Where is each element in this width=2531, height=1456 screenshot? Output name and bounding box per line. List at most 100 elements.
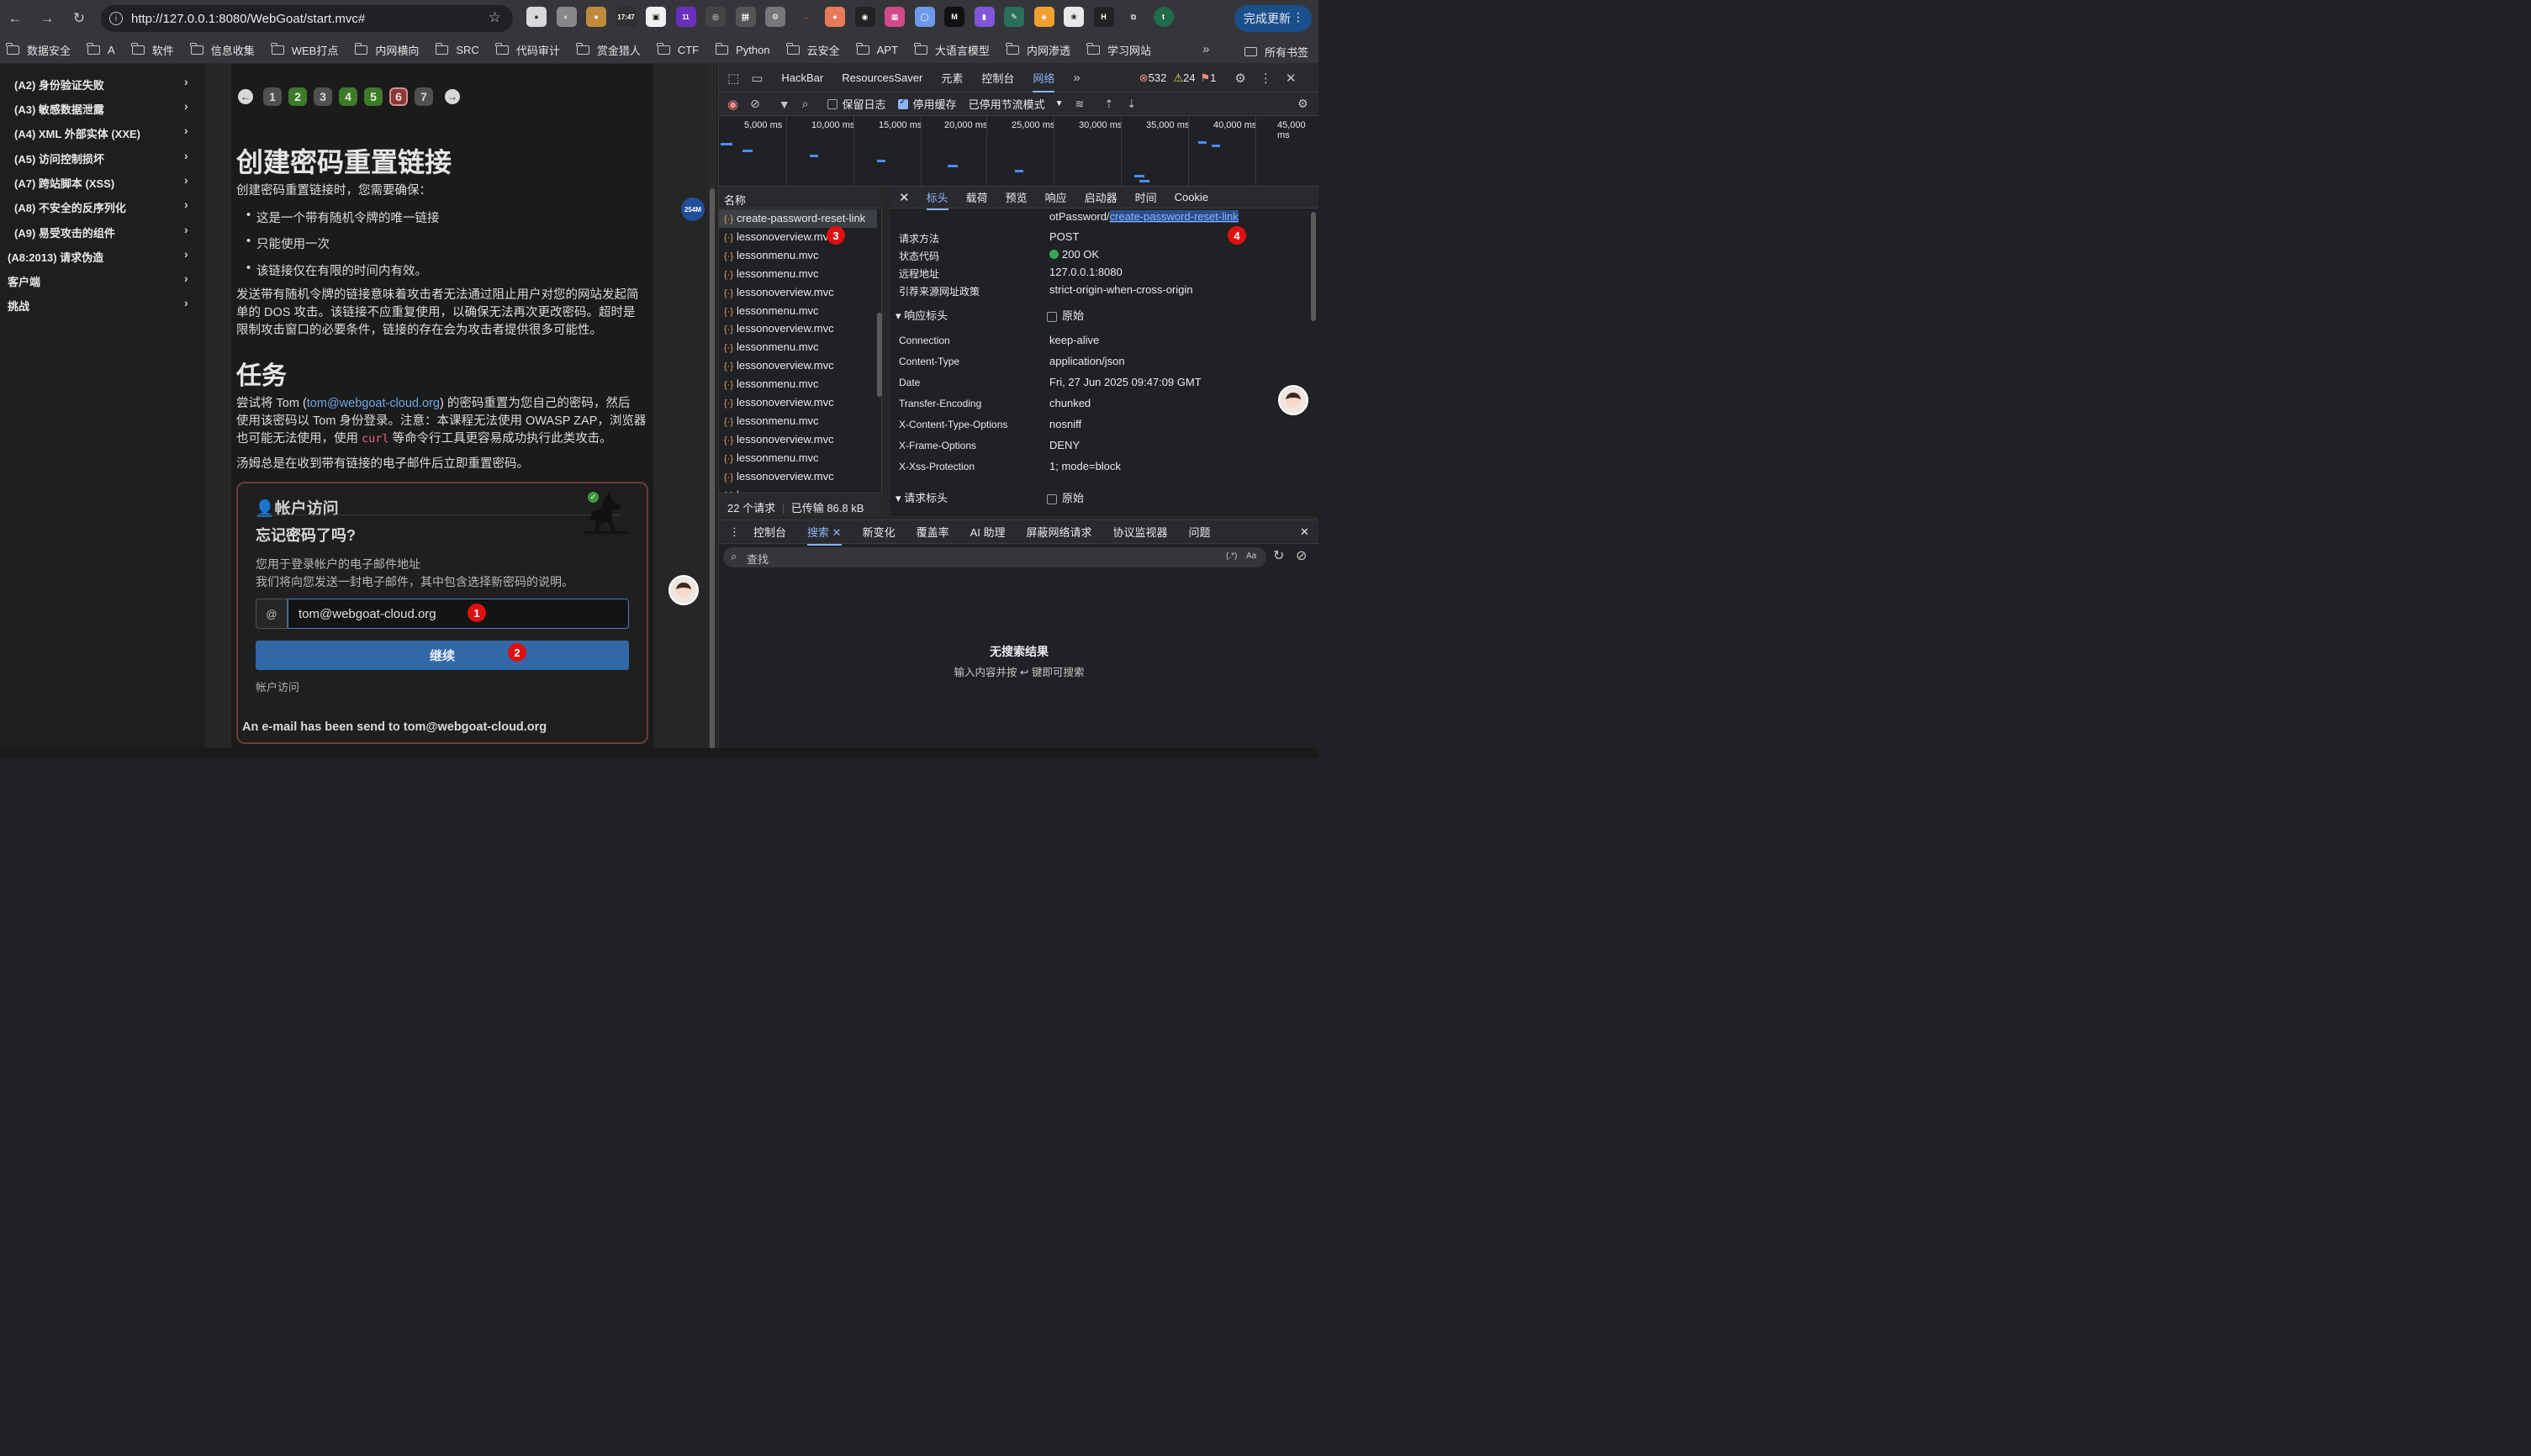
- name-column-header[interactable]: 名称: [719, 187, 882, 208]
- account-access-link[interactable]: 帐户访问: [256, 678, 299, 694]
- bookmark-folder[interactable]: 软件: [131, 42, 174, 58]
- assistant-avatar[interactable]: [1278, 385, 1308, 415]
- drawer-tab-search[interactable]: 搜索 ✕: [807, 524, 842, 546]
- drawer-tab-ai-assistant[interactable]: AI 助理: [970, 524, 1006, 540]
- bookmark-folder[interactable]: CTF: [657, 43, 699, 56]
- response-headers-section[interactable]: ▾ 响应标头 原始: [896, 307, 1084, 323]
- tab-hackbar[interactable]: HackBar: [781, 71, 823, 84]
- extension-icon[interactable]: ◎: [705, 7, 726, 27]
- sidebar-item[interactable]: (A5) 访问控制损坏 ›: [0, 145, 205, 169]
- preserve-log-checkbox[interactable]: [827, 98, 838, 109]
- page-scrollbar[interactable]: [708, 64, 716, 758]
- drawer-tab-coverage[interactable]: 覆盖率: [917, 524, 949, 540]
- issue-count[interactable]: ⚑1: [1200, 71, 1216, 85]
- throttle-select[interactable]: 已停用节流模式: [969, 96, 1045, 112]
- device-toolbar-icon[interactable]: ▭: [751, 71, 763, 86]
- extension-icon[interactable]: ✎: [1004, 7, 1024, 27]
- extension-icon[interactable]: ▮: [974, 7, 995, 27]
- bookmark-folder[interactable]: Python: [715, 43, 770, 56]
- page-button[interactable]: 1: [263, 87, 282, 106]
- tab-payload[interactable]: 载荷: [966, 189, 988, 205]
- page-button[interactable]: 5: [364, 87, 383, 106]
- forward-icon[interactable]: →: [35, 7, 59, 30]
- raw-checkbox[interactable]: [1047, 493, 1057, 504]
- inspect-element-icon[interactable]: ⬚: [727, 71, 739, 86]
- extension-icon[interactable]: ●: [825, 7, 845, 27]
- clear-icon[interactable]: ⊘: [750, 97, 760, 111]
- tab-resourcessaver[interactable]: ResourcesSaver: [842, 71, 922, 84]
- all-bookmarks[interactable]: 所有书签: [1244, 44, 1308, 60]
- tab-initiator[interactable]: 启动器: [1085, 189, 1118, 205]
- clock-extension-icon[interactable]: 17:47: [616, 7, 637, 27]
- request-row[interactable]: {·} lessonoverview.mvc: [719, 393, 877, 412]
- cookie-extension-icon[interactable]: ●: [586, 7, 606, 27]
- tab-console[interactable]: 控制台: [981, 70, 1014, 86]
- close-devtools-icon[interactable]: ✕: [1286, 71, 1297, 86]
- network-conditions-icon[interactable]: ≋: [1075, 98, 1084, 111]
- bookmark-folder[interactable]: APT: [856, 43, 898, 56]
- request-row[interactable]: {·}lessonmenu.mvc: [719, 375, 877, 393]
- extension-icon[interactable]: →: [795, 7, 816, 27]
- request-row[interactable]: {·} lessonoverview.mvc: [719, 430, 877, 449]
- extension-icon[interactable]: H: [1093, 7, 1114, 27]
- request-row[interactable]: {·}lessonmenu.mvc: [719, 412, 877, 430]
- request-headers-section[interactable]: ▾ 请求标头 原始: [896, 489, 1084, 505]
- sidebar-item[interactable]: (A7) 跨站脚本 (XSS) ›: [0, 169, 205, 193]
- bookmark-folder[interactable]: 内网渗透: [1006, 42, 1070, 58]
- sidebar-item[interactable]: 客户端 ›: [0, 267, 205, 292]
- network-overview[interactable]: 5,000 ms 10,000 ms 15,000 ms 20,000 ms 25,00…: [719, 116, 1318, 187]
- request-row[interactable]: {·}lessonmenu.mvc: [719, 302, 877, 320]
- tab-headers[interactable]: 标头: [926, 189, 948, 210]
- match-case-toggle[interactable]: Aa: [1246, 551, 1256, 561]
- drawer-menu-icon[interactable]: ⋮: [729, 525, 740, 539]
- complete-update-button[interactable]: 完成更新 ⋮: [1234, 5, 1312, 32]
- extension-icon[interactable]: ▣: [646, 7, 666, 27]
- search-input[interactable]: ⌕ 查找 (.*) Aa: [723, 547, 1266, 567]
- clear-search-icon[interactable]: ⊘: [1296, 547, 1307, 564]
- page-button[interactable]: 6: [389, 87, 408, 106]
- request-row[interactable]: {·} lessonoverview.mvc: [719, 283, 877, 302]
- extension-icon[interactable]: M: [944, 7, 964, 27]
- sidebar-item[interactable]: (A8:2013) 请求伪造 ›: [0, 243, 205, 267]
- tab-timing[interactable]: 时间: [1135, 189, 1157, 205]
- email-field[interactable]: tom@webgoat-cloud.org: [288, 599, 629, 629]
- settings-gear-icon[interactable]: ⚙: [1234, 71, 1245, 86]
- extension-icon[interactable]: ▦: [885, 7, 905, 27]
- back-icon[interactable]: ←: [3, 7, 27, 30]
- network-settings-icon[interactable]: ⚙: [1297, 97, 1308, 111]
- reload-icon[interactable]: ↻: [67, 7, 91, 30]
- tom-email-link[interactable]: tom@webgoat-cloud.org: [307, 397, 440, 410]
- drawer-tab-request-blocking[interactable]: 屏蔽网络请求: [1027, 524, 1092, 540]
- request-row[interactable]: {·}lessonmenu.mvc: [719, 449, 877, 467]
- bookmark-folder[interactable]: 内网横向: [354, 42, 419, 58]
- scrollbar-thumb[interactable]: [710, 188, 715, 758]
- bookmark-folder[interactable]: 学习网站: [1086, 42, 1151, 58]
- warning-count[interactable]: ⚠24: [1173, 71, 1195, 85]
- drawer-tab-protocol-monitor[interactable]: 协议监视器: [1113, 524, 1168, 540]
- more-tabs-icon[interactable]: »: [1073, 71, 1080, 85]
- request-row[interactable]: {·}lessonmenu.mvc: [719, 338, 877, 356]
- bookmark-star-icon[interactable]: ☆: [489, 9, 501, 26]
- extension-icon[interactable]: ◐: [556, 7, 577, 27]
- page-button[interactable]: 4: [339, 87, 357, 106]
- raw-toggle[interactable]: 原始: [1047, 489, 1084, 505]
- sidebar-item[interactable]: (A4) XML 外部实体 (XXE) ›: [0, 119, 205, 144]
- address-bar[interactable]: i http://127.0.0.1:8080/WebGoat/start.mv…: [101, 5, 513, 32]
- bookmark-folder[interactable]: SRC: [435, 43, 479, 56]
- bookmark-folder[interactable]: 云安全: [786, 42, 840, 58]
- drawer-tab-changes[interactable]: 新变化: [863, 524, 896, 540]
- continue-button[interactable]: 继续: [256, 641, 629, 670]
- tab-network[interactable]: 网络: [1033, 70, 1055, 92]
- extension-icon[interactable]: ⚙: [765, 7, 785, 27]
- extension-icon[interactable]: ●: [526, 7, 547, 27]
- search-icon[interactable]: ⌕: [802, 97, 809, 111]
- tab-preview[interactable]: 预览: [1006, 189, 1028, 205]
- page-button[interactable]: 3: [314, 87, 332, 106]
- raw-checkbox[interactable]: [1047, 311, 1057, 322]
- bookmark-folder[interactable]: 大语言模型: [914, 42, 990, 58]
- tab-cookies[interactable]: Cookie: [1175, 191, 1208, 203]
- close-drawer-icon[interactable]: ✕: [1300, 525, 1309, 539]
- bookmark-folder[interactable]: 信息收集: [190, 42, 255, 58]
- record-icon[interactable]: ◉: [727, 97, 738, 112]
- bookmark-folder[interactable]: A: [87, 43, 115, 56]
